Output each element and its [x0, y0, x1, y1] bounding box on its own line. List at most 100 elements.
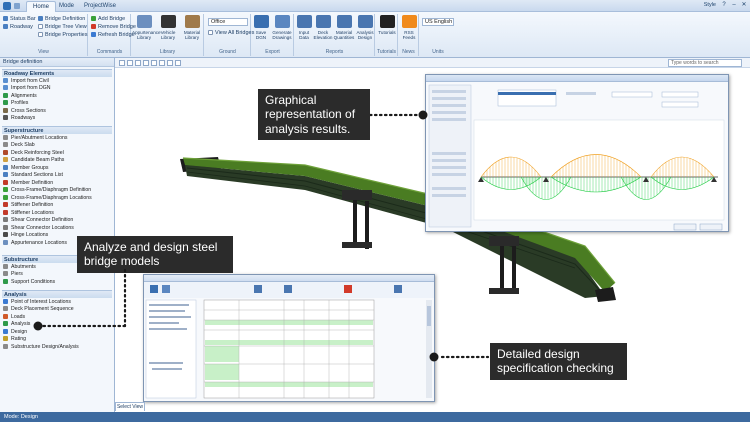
checkbox-checked-icon [3, 16, 8, 21]
report-tool-icon[interactable] [162, 285, 170, 293]
scale-field[interactable] [661, 91, 699, 98]
appurtenance-icon [136, 15, 152, 28]
report-window-titlebar [144, 275, 434, 282]
nav-item-hinge-locations[interactable]: Hinge Locations [3, 232, 48, 239]
roadway-checkbox[interactable]: Roadway [3, 24, 33, 30]
nav-item-stiffener-locations[interactable]: Stiffener Locations [3, 209, 54, 217]
bridge-properties-checkbox[interactable]: Bridge Properties [38, 32, 88, 38]
nav-item-shear-connector-locations[interactable]: Shear Connector Locations [3, 224, 74, 232]
nav-item-cross-frame-definition[interactable]: Cross-Frame/Diaphragm Definition [3, 187, 91, 194]
substructure-icon [3, 343, 8, 349]
pier-footing [489, 288, 519, 294]
help-button[interactable]: ? [720, 2, 728, 9]
tab-mode[interactable]: Mode [53, 1, 80, 12]
nav-item-cross-frame-locations[interactable]: Cross-Frame/Diaphragm Locations [3, 194, 92, 202]
minimize-button[interactable]: – [730, 2, 738, 9]
remove-bridge-button[interactable]: Remove Bridge [91, 24, 136, 30]
vehicle-library-button[interactable]: Vehicle Library [156, 14, 180, 46]
deck-elevation-button[interactable]: Deck Elevation [313, 14, 333, 46]
nav-item-profiles[interactable]: Profiles [3, 100, 28, 107]
nav-item-alignments[interactable]: Alignments [3, 92, 37, 100]
section-superstructure[interactable]: Superstructure [2, 126, 112, 134]
nav-item-member-groups[interactable]: Member Groups [3, 164, 48, 172]
save-dgn-button[interactable]: Save DGN [252, 14, 270, 46]
add-bridge-button[interactable]: Add Bridge [91, 16, 125, 22]
view-settings-icon[interactable] [175, 60, 181, 66]
nav-item-design[interactable]: Design [3, 328, 27, 336]
style-menu[interactable]: Style [704, 2, 716, 8]
select-icon[interactable] [119, 60, 125, 66]
bridge-tree-view-checkbox[interactable]: Bridge Tree View [38, 24, 87, 30]
zoom-out-icon[interactable] [135, 60, 141, 66]
bridge-definition-checkbox[interactable]: Bridge Definition [38, 16, 85, 22]
tutorials-button[interactable]: Tutorials [376, 14, 398, 46]
status-bar-checkbox[interactable]: Status Bar [3, 16, 36, 22]
scrollbar-thumb[interactable] [427, 306, 431, 326]
nav-item-shear-connector-definition[interactable]: Shear Connector Definition [3, 217, 73, 224]
report-tool-icon[interactable] [150, 285, 158, 293]
nav-item-loads[interactable]: Loads [3, 313, 25, 321]
appurtenance-library-button[interactable]: Appurtenance Library [132, 14, 161, 46]
select-view-tab[interactable]: Select View [115, 402, 145, 411]
nav-item-substructure-design-analysis[interactable]: Substructure Design/Analysis [3, 343, 79, 351]
table-section-row [205, 382, 373, 387]
ok-button[interactable] [673, 223, 697, 231]
report-nav-tree[interactable] [145, 299, 197, 399]
nav-item-analysis[interactable]: Analysis [3, 321, 30, 328]
nav-item-pier-abutment-locations[interactable]: Pier/Abutment Locations [3, 134, 68, 142]
fit-view-icon[interactable] [159, 60, 165, 66]
report-tool-icon[interactable] [394, 285, 402, 293]
nav-item-roadways[interactable]: Roadways [3, 115, 35, 122]
pan-icon[interactable] [143, 60, 149, 66]
nav-item-deck-reinforcing-steel[interactable]: Deck Reinforcing Steel [3, 149, 64, 157]
window-area-icon[interactable] [167, 60, 173, 66]
view-all-bridges-checkbox[interactable]: View All Bridges [208, 30, 254, 36]
analysis-design-button[interactable]: Analysis Design [355, 14, 375, 46]
pier-column [353, 199, 357, 247]
nav-item-piers[interactable]: Piers [3, 271, 23, 278]
section-roadway-elements[interactable]: Roadway Elements [2, 69, 112, 77]
tab-home[interactable]: Home [26, 1, 57, 12]
checkbox-checked-icon [3, 24, 8, 29]
ground-dropdown[interactable]: Office [208, 18, 248, 26]
material-library-button[interactable]: Material Library [180, 14, 204, 46]
nav-item-standard-sections-list[interactable]: Standard Sections List [3, 172, 63, 179]
app-menu-icon[interactable] [3, 2, 11, 10]
quick-access-save-icon[interactable] [14, 3, 20, 9]
result-type-dropdown[interactable] [611, 91, 653, 98]
nav-item-appurtenance-locations[interactable]: Appurtenance Locations [3, 239, 67, 247]
ribbon-group-label: Reports [325, 49, 344, 55]
nav-item-candidate-beam-paths[interactable]: Candidate Beam Paths [3, 157, 64, 164]
units-dropdown[interactable]: US English [422, 18, 454, 26]
material-quantities-button[interactable]: Material Quantities [333, 14, 355, 46]
view-toolbar: Type words to search [115, 58, 750, 68]
nav-item-member-definition[interactable]: Member Definition [3, 179, 53, 187]
nav-item-import-from-dgn[interactable]: Import from DGN [3, 85, 51, 92]
view-field[interactable] [661, 101, 699, 108]
report-tool-icon[interactable] [284, 285, 292, 293]
import-icon [3, 85, 8, 91]
rotate-icon[interactable] [151, 60, 157, 66]
nav-item-deck-slab[interactable]: Deck Slab [3, 142, 35, 149]
nav-item-rating[interactable]: Rating [3, 336, 26, 343]
close-button[interactable]: ✕ [740, 2, 748, 9]
design-report-window[interactable] [143, 274, 435, 402]
report-tool-icon[interactable] [344, 285, 352, 293]
option-row [432, 173, 466, 176]
nav-item-cross-sections[interactable]: Cross Sections [3, 107, 46, 115]
cancel-button[interactable] [699, 223, 723, 231]
nav-item-stiffener-definition[interactable]: Stiffener Definition [3, 202, 53, 209]
generate-drawings-button[interactable]: Generate Drawings [270, 14, 294, 46]
refresh-bridge-button[interactable]: Refresh Bridge [91, 32, 135, 38]
analysis-results-window[interactable] [425, 74, 729, 232]
rss-feeds-button[interactable]: RSS Feeds [399, 14, 419, 46]
zoom-in-icon[interactable] [127, 60, 133, 66]
nav-item-import-from-civil[interactable]: Import from Civil [3, 78, 49, 85]
report-tool-icon[interactable] [254, 285, 262, 293]
tree-row [149, 310, 185, 312]
search-input[interactable]: Type words to search [668, 59, 742, 67]
poi-icon [3, 298, 8, 304]
input-data-button[interactable]: Input Data [295, 14, 313, 46]
tab-projectwise[interactable]: ProjectWise [78, 1, 122, 12]
status-bar: Mode: Design [0, 412, 750, 422]
